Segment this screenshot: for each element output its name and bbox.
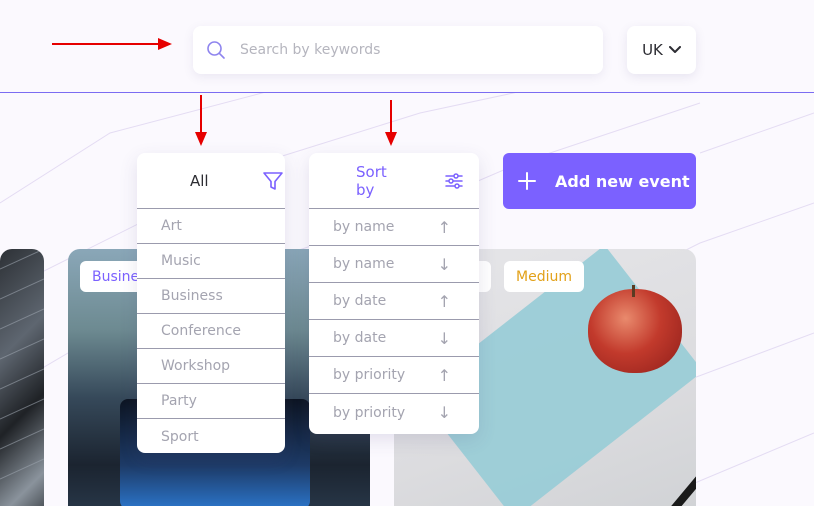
priority-badge: Medium <box>504 261 584 292</box>
sort-option[interactable]: by priority ↑ <box>309 357 479 394</box>
sort-option-label: by date <box>333 293 387 309</box>
add-new-event-label: Add new event <box>555 171 690 191</box>
sort-option[interactable]: by date ↑ <box>309 283 479 320</box>
arrow-up-icon: ↑ <box>437 217 451 237</box>
header-divider <box>0 92 814 93</box>
filter-icon <box>262 170 284 192</box>
annotation-arrowhead <box>158 38 172 50</box>
sort-option[interactable]: by name ↑ <box>309 209 479 246</box>
sort-header[interactable]: Sort by <box>309 153 479 209</box>
search-icon <box>206 40 226 60</box>
arrow-up-icon: ↑ <box>437 365 451 385</box>
language-selected-label: UK <box>642 41 663 59</box>
sort-option-label: by priority <box>333 404 406 421</box>
sort-option-label: by name <box>333 219 395 235</box>
category-option-sport[interactable]: Sport <box>137 419 285 454</box>
plus-icon <box>517 171 537 191</box>
language-selector[interactable]: UK <box>627 26 696 74</box>
sort-options: by name ↑ by name ↓ by date ↑ by date ↓ … <box>309 209 479 431</box>
category-filter-dropdown: All Art Music Business Conference Worksh… <box>137 153 285 453</box>
arrow-down-icon: ↓ <box>437 403 451 422</box>
category-options: Art Music Business Conference Workshop P… <box>137 209 285 454</box>
category-option-workshop[interactable]: Workshop <box>137 349 285 384</box>
sort-option-label: by date <box>333 330 387 346</box>
pen-image <box>669 469 696 506</box>
sort-option[interactable]: by priority ↓ <box>309 394 479 431</box>
search-input[interactable] <box>240 42 580 58</box>
category-option-business[interactable]: Business <box>137 279 285 314</box>
category-option-conference[interactable]: Conference <box>137 314 285 349</box>
sliders-icon <box>445 172 463 190</box>
sort-option-label: by name <box>333 256 395 272</box>
category-option-party[interactable]: Party <box>137 384 285 419</box>
category-filter-header[interactable]: All <box>137 153 285 209</box>
search-bar[interactable] <box>193 26 603 74</box>
event-card-left[interactable] <box>0 249 44 506</box>
chevron-down-icon <box>668 46 681 54</box>
category-option-music[interactable]: Music <box>137 244 285 279</box>
sort-option[interactable]: by date ↓ <box>309 320 479 357</box>
apple-image <box>588 289 682 373</box>
arrow-up-icon: ↑ <box>437 291 451 311</box>
category-option-art[interactable]: Art <box>137 209 285 244</box>
arrow-down-icon: ↓ <box>437 328 451 348</box>
sort-option-label: by priority <box>333 367 406 383</box>
arrow-down-icon: ↓ <box>437 254 451 274</box>
sort-dropdown: Sort by by name ↑ by name ↓ by date ↑ by… <box>309 153 479 434</box>
apple-stem <box>632 285 635 297</box>
add-new-event-button[interactable]: Add new event <box>503 153 696 209</box>
sort-option[interactable]: by name ↓ <box>309 246 479 283</box>
sort-label: Sort by <box>356 162 387 199</box>
building-image <box>0 249 44 480</box>
category-filter-selected: All <box>190 171 209 190</box>
